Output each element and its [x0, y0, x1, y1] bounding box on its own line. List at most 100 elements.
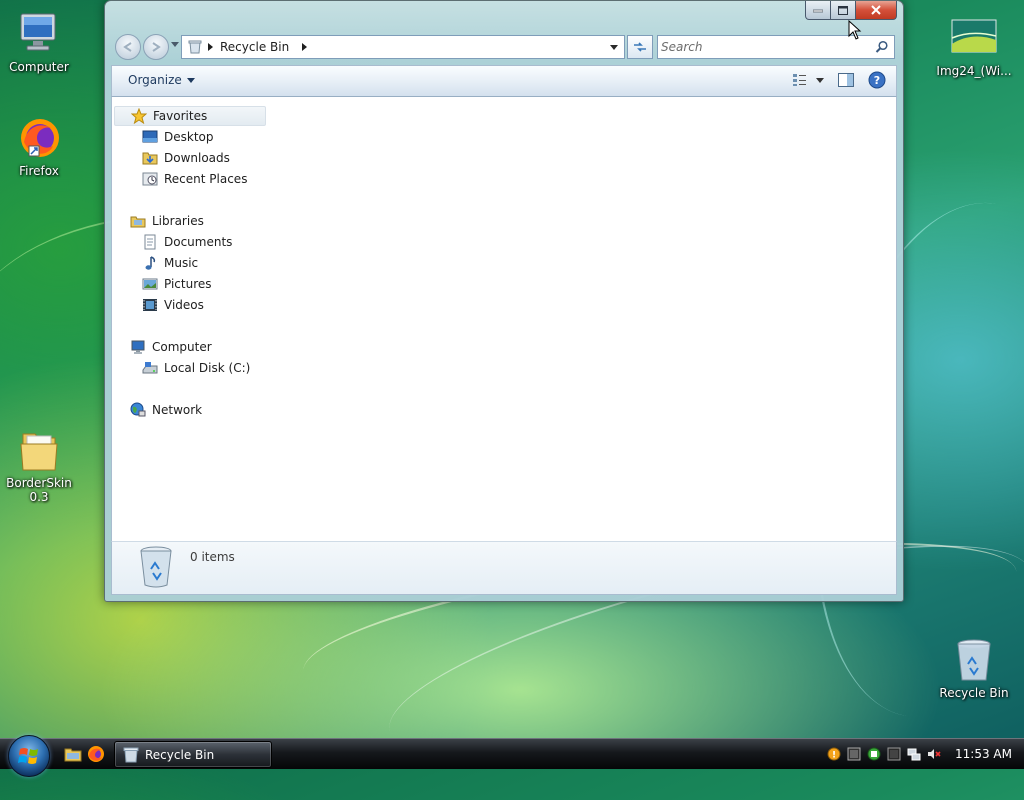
nav-label: Downloads [164, 151, 230, 165]
minimize-icon [813, 9, 823, 13]
nav-label: Desktop [164, 130, 214, 144]
computer-icon [130, 339, 146, 355]
file-list-pane[interactable] [270, 97, 896, 541]
organize-button[interactable]: Organize [128, 73, 195, 87]
nav-label: Documents [164, 235, 233, 249]
search-icon[interactable] [875, 40, 889, 54]
music-note-icon [142, 255, 158, 271]
desktop-icon-firefox[interactable]: Firefox [1, 114, 77, 178]
organize-label: Organize [128, 73, 182, 87]
back-button[interactable] [115, 34, 141, 60]
desktop-icon-borderskin[interactable]: BorderSkin 0.3 [1, 426, 77, 504]
firefox-icon [15, 114, 63, 162]
recycle-bin-icon [188, 40, 202, 54]
firefox-quicklaunch-icon[interactable] [87, 745, 105, 763]
tray-app-icon[interactable] [847, 747, 861, 761]
view-controls: ? [792, 71, 886, 89]
desktop-icon-label: Img24_(Wi... [936, 64, 1012, 78]
svg-text:!: ! [832, 751, 836, 761]
nav-label: Pictures [164, 277, 212, 291]
details-pane: 0 items [111, 541, 897, 595]
navigation-pane[interactable]: Favorites Desktop Downloads Recent Place… [112, 97, 271, 541]
maximize-icon [838, 5, 848, 15]
nav-item-downloads[interactable]: Downloads [142, 148, 230, 168]
start-button[interactable] [8, 735, 50, 777]
network-status-icon[interactable] [907, 747, 921, 761]
nav-item-desktop[interactable]: Desktop [142, 127, 214, 147]
pictures-icon [142, 276, 158, 292]
nav-item-recent-places[interactable]: Recent Places [142, 169, 247, 189]
maximize-button[interactable] [831, 1, 856, 20]
breadcrumb-location[interactable]: Recycle Bin [220, 40, 289, 54]
desktop-icon-computer[interactable]: Computer [1, 10, 77, 74]
nav-item-local-disk[interactable]: Local Disk (C:) [142, 358, 250, 378]
forward-button[interactable] [143, 34, 169, 60]
nav-item-network[interactable]: Network [130, 400, 202, 420]
desktop-icon-img24[interactable]: Img24_(Wi... [936, 14, 1012, 78]
nav-item-computer[interactable]: Computer [130, 337, 212, 357]
computer-icon [15, 10, 63, 58]
nav-item-music[interactable]: Music [142, 253, 198, 273]
documents-icon [142, 234, 158, 250]
explorer-window: Recycle Bin Organize [104, 0, 904, 602]
taskbar-button-recycle-bin[interactable]: Recycle Bin [114, 741, 272, 768]
recent-pages-dropdown[interactable] [171, 42, 179, 47]
desktop-icon-label: Computer [9, 60, 69, 74]
chevron-down-icon [816, 77, 824, 83]
desktop-icon-label: Firefox [19, 164, 59, 178]
downloads-folder-icon [142, 150, 158, 166]
tray-green-icon[interactable] [867, 747, 881, 761]
breadcrumb-separator-icon[interactable] [302, 43, 308, 51]
desktop-icon-recycle-bin[interactable]: Recycle Bin [936, 636, 1012, 700]
nav-item-libraries[interactable]: Libraries [130, 211, 204, 231]
windows-logo-icon [18, 748, 38, 764]
nav-item-pictures[interactable]: Pictures [142, 274, 212, 294]
volume-muted-icon[interactable] [927, 747, 941, 761]
system-tray: ! 11:53 AM [827, 739, 1024, 769]
tray-device-icon[interactable] [887, 747, 901, 761]
breadcrumb-separator-icon[interactable] [208, 43, 213, 51]
refresh-icon [634, 42, 646, 52]
preview-pane-icon[interactable] [838, 73, 854, 87]
nav-item-documents[interactable]: Documents [142, 232, 232, 252]
clock[interactable]: 11:53 AM [955, 747, 1012, 761]
nav-label: Favorites [153, 109, 208, 123]
view-list-icon [793, 74, 806, 86]
update-shield-icon[interactable]: ! [827, 747, 841, 761]
search-input[interactable] [658, 37, 875, 57]
recycle-bin-icon [138, 545, 174, 592]
network-globe-icon [130, 402, 146, 418]
recycle-bin-icon [950, 636, 998, 684]
folder-icon [15, 426, 63, 474]
forward-arrow-icon [152, 42, 161, 52]
nav-label: Local Disk (C:) [164, 361, 251, 375]
star-icon [130, 107, 148, 125]
nav-label: Computer [152, 340, 212, 354]
content-area: Favorites Desktop Downloads Recent Place… [111, 97, 897, 541]
hard-drive-icon [142, 360, 158, 376]
mouse-cursor-icon [848, 20, 862, 40]
image-file-icon [950, 14, 998, 62]
nav-label: Videos [164, 298, 204, 312]
libraries-icon [130, 213, 146, 229]
nav-label: Music [164, 256, 199, 270]
back-arrow-icon [123, 42, 132, 52]
address-dropdown-icon[interactable] [610, 44, 618, 50]
explorer-quicklaunch-icon[interactable] [64, 745, 82, 763]
command-bar: Organize ? [111, 65, 897, 97]
help-icon[interactable]: ? [868, 71, 886, 89]
svg-text:?: ? [874, 74, 880, 87]
address-row: Recycle Bin [113, 33, 897, 61]
item-count: 0 items [190, 550, 235, 564]
change-view-button[interactable] [792, 73, 824, 87]
refresh-button[interactable] [627, 35, 653, 59]
nav-item-videos[interactable]: Videos [142, 295, 204, 315]
caption-buttons [805, 1, 897, 20]
nav-item-favorites[interactable]: Favorites [114, 106, 266, 126]
desktop-icon [142, 129, 158, 145]
minimize-button[interactable] [805, 1, 831, 20]
recent-places-icon [142, 171, 158, 187]
close-button[interactable] [856, 1, 897, 20]
taskbar: Recycle Bin ! 11:53 AM [0, 735, 1024, 777]
address-bar[interactable]: Recycle Bin [181, 35, 625, 59]
